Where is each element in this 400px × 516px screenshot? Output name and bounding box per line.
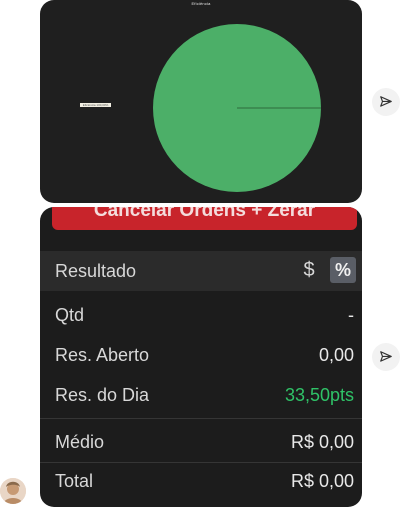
row-label: Médio — [55, 432, 105, 452]
row-res-dia: Res. do Dia 33,50pts — [40, 381, 362, 411]
avatar-image — [0, 478, 26, 504]
row-res-aberto: Res. Aberto 0,00 — [40, 341, 362, 371]
chart-image-message[interactable]: Eficiência Eficiência 100,00% — [40, 0, 362, 203]
paper-plane-icon — [380, 96, 392, 107]
row-value: R$ 0,00 — [290, 471, 354, 491]
percent-toggle[interactable]: % — [330, 257, 356, 283]
row-value: 0,00 — [318, 345, 354, 365]
row-total: Total R$ 0,00 — [40, 467, 362, 497]
row-value: - — [348, 305, 354, 325]
chart-legend-label: Eficiência 100,00% — [80, 103, 111, 107]
paper-plane-icon — [380, 351, 392, 362]
share-button-1[interactable] — [372, 88, 400, 116]
row-medio: Médio R$ 0,00 — [40, 428, 362, 458]
row-value: R$ 0,00 — [290, 432, 354, 452]
row-label: Qtd — [55, 305, 85, 325]
cancel-orders-button[interactable]: Cancelar Ordens + Zerar — [52, 207, 357, 230]
row-qtd: Qtd - — [40, 301, 362, 331]
divider — [40, 418, 362, 419]
currency-toggle[interactable]: $ — [298, 258, 320, 282]
divider — [40, 462, 362, 463]
result-label: Resultado — [55, 261, 137, 281]
pie-chart — [153, 24, 321, 192]
trading-panel-message[interactable]: Cancelar Ordens + Zerar Resultado $ % Qt… — [40, 207, 362, 507]
share-button-2[interactable] — [372, 343, 400, 371]
row-label: Total — [55, 471, 94, 491]
result-header: Resultado $ % — [40, 251, 362, 291]
row-label: Res. do Dia — [55, 385, 150, 405]
avatar[interactable] — [0, 478, 26, 504]
row-value: 33,50pts — [284, 385, 354, 405]
row-label: Res. Aberto — [55, 345, 150, 365]
